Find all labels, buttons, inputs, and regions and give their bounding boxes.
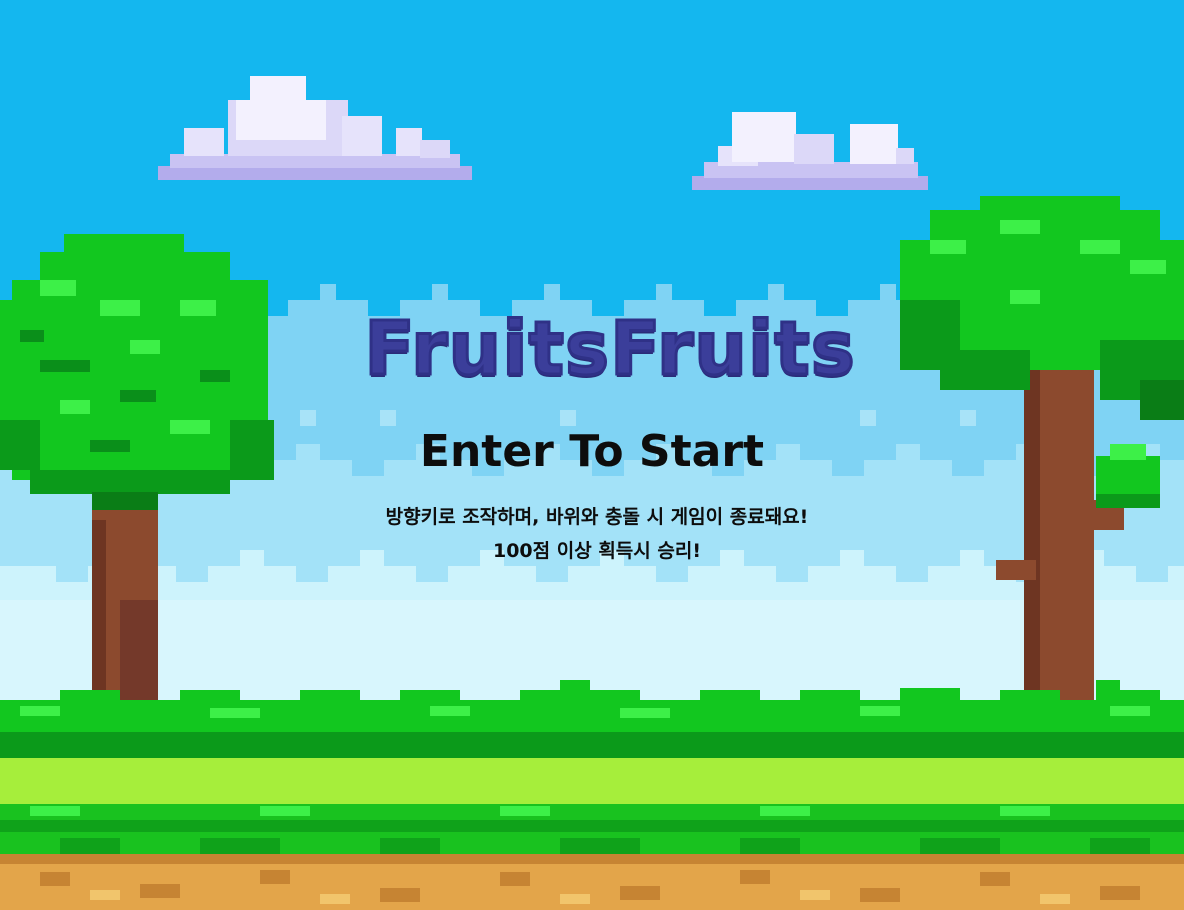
start-prompt[interactable]: Enter To Start — [0, 430, 1184, 474]
instruction-line: 100점 이상 획득시 승리! — [492, 540, 701, 562]
ground — [0, 758, 1184, 910]
instructions: 방향키로 조작하며, 바위와 충돌 시 게임이 종료돼요! 100점 이상 획득… — [0, 500, 1184, 568]
instruction-line: 방향키로 조작하며, 바위와 충돌 시 게임이 종료돼요! — [385, 506, 809, 528]
